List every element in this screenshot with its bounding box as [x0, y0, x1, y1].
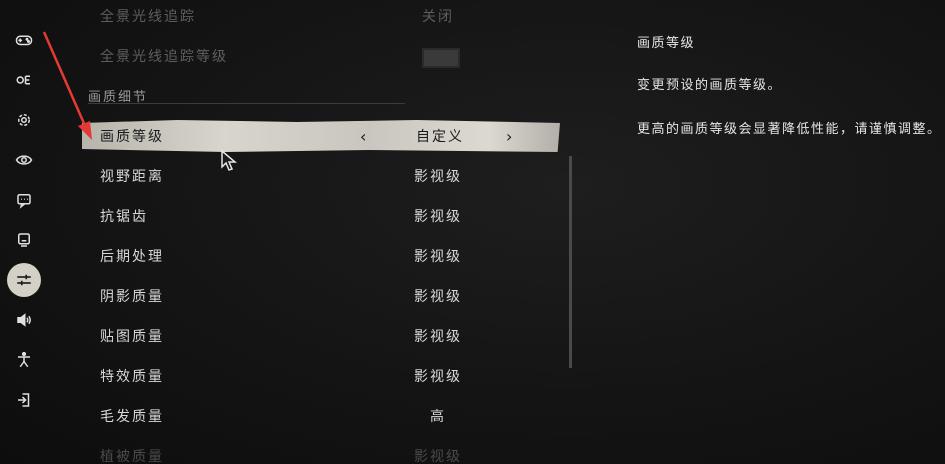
- description-line-2: 更高的画质等级会显著降低性能，请谨慎调整。: [637, 122, 942, 137]
- eye-icon[interactable]: [7, 143, 41, 177]
- setting-row-post-processing[interactable]: 后期处理 影视级: [80, 238, 560, 274]
- disabled-toggle: [422, 48, 460, 68]
- sliders-icon[interactable]: [7, 263, 41, 297]
- setting-value: 自定义: [416, 129, 464, 145]
- setting-value: 影视级: [414, 289, 462, 305]
- chevron-right-icon[interactable]: ›: [506, 127, 514, 146]
- setting-value: 影视级: [414, 329, 462, 345]
- setting-row-view-distance[interactable]: 视野距离 影视级: [80, 158, 560, 194]
- setting-label: 视野距离: [100, 169, 164, 185]
- description-title: 画质等级: [637, 36, 696, 51]
- setting-label: 阴影质量: [100, 289, 164, 305]
- scrollbar[interactable]: [569, 156, 572, 368]
- section-divider: [88, 103, 405, 104]
- gamepad-icon[interactable]: [7, 23, 41, 57]
- description-line-1: 变更预设的画质等级。: [637, 78, 783, 93]
- gear-icon[interactable]: [7, 103, 41, 137]
- setting-value: 高: [430, 409, 446, 425]
- setting-row-vegetation-quality[interactable]: 植被质量 影视级: [80, 438, 560, 464]
- setting-label: 贴图质量: [100, 329, 164, 345]
- setting-label: 毛发质量: [100, 409, 164, 425]
- setting-row-texture-quality[interactable]: 贴图质量 影视级: [80, 318, 560, 354]
- setting-row-anti-aliasing[interactable]: 抗锯齿 影视级: [80, 198, 560, 234]
- accessibility-icon[interactable]: [7, 343, 41, 377]
- setting-label: 植被质量: [100, 449, 164, 464]
- exit-icon[interactable]: [7, 383, 41, 417]
- settings-list: 全景光线追踪 关闭 全景光线追踪等级 画质细节 画质等级 ‹ 自定义 › 视野距…: [80, 0, 580, 464]
- setting-label: 全景光线追踪等级: [100, 49, 228, 65]
- chat-icon[interactable]: [7, 183, 41, 217]
- mouse-cursor-icon: [221, 150, 238, 171]
- setting-label: 画质等级: [100, 129, 164, 145]
- setting-row-hair-quality[interactable]: 毛发质量 高: [80, 398, 560, 434]
- audio-icon[interactable]: [7, 303, 41, 337]
- subtitles-icon[interactable]: [7, 63, 41, 97]
- setting-label: 后期处理: [100, 249, 164, 265]
- setting-row-ray-tracing[interactable]: 全景光线追踪 关闭: [80, 0, 560, 34]
- setting-value: 影视级: [414, 249, 462, 265]
- setting-value: 关闭: [422, 9, 454, 25]
- monitor-icon[interactable]: [7, 223, 41, 257]
- setting-row-effects-quality[interactable]: 特效质量 影视级: [80, 358, 560, 394]
- setting-label: 特效质量: [100, 369, 164, 385]
- setting-row-quality-level[interactable]: 画质等级 ‹ 自定义 ›: [82, 120, 560, 152]
- setting-value: 影视级: [414, 449, 462, 464]
- setting-row-shadow-quality[interactable]: 阴影质量 影视级: [80, 278, 560, 314]
- setting-value: 影视级: [414, 209, 462, 225]
- chevron-left-icon[interactable]: ‹: [360, 127, 368, 146]
- setting-row-ray-tracing-level[interactable]: 全景光线追踪等级: [80, 38, 560, 74]
- annotation-arrow-icon: [42, 31, 92, 140]
- setting-label: 全景光线追踪: [100, 9, 196, 25]
- setting-value: 影视级: [414, 169, 462, 185]
- setting-label: 抗锯齿: [100, 209, 148, 225]
- setting-value: 影视级: [414, 369, 462, 385]
